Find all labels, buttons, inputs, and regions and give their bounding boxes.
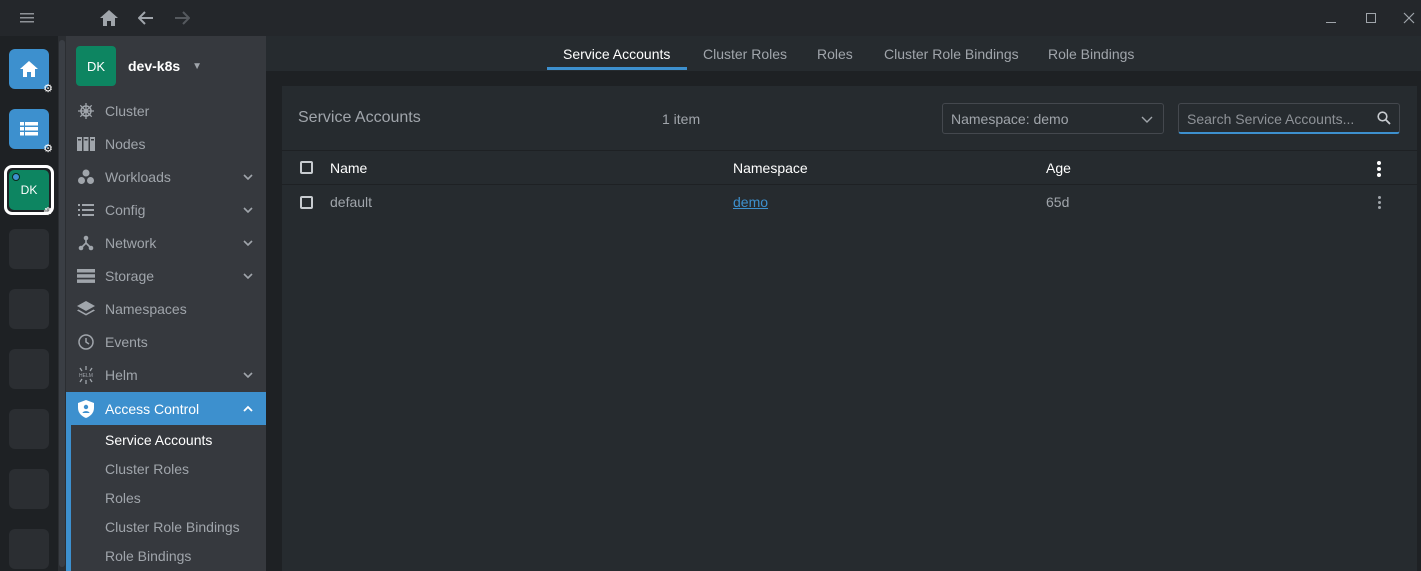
sidebar-subitem-cluster-roles[interactable]: Cluster Roles <box>66 454 266 483</box>
cluster-name: dev-k8s <box>128 58 181 74</box>
hotbar-empty-slot[interactable] <box>9 349 49 389</box>
search-icon[interactable] <box>1377 111 1391 125</box>
hotbar-empty-slot[interactable] <box>9 289 49 329</box>
hotbar: ⚙ ⚙ DK ☸ <box>0 36 58 571</box>
forward-icon[interactable] <box>170 0 194 36</box>
sidebar-subitem-roles[interactable]: Roles <box>66 483 266 512</box>
hotbar-empty-slot[interactable] <box>9 469 49 509</box>
sidebar-subitem-role-bindings[interactable]: Role Bindings <box>66 541 266 570</box>
close-icon[interactable] <box>1398 0 1420 36</box>
search-input[interactable] <box>1187 104 1367 133</box>
cluster-avatar: DK <box>76 46 116 86</box>
sidebar-item-access-control[interactable]: Access Control <box>66 392 266 425</box>
table-row[interactable]: default demo 65d <box>282 186 1417 218</box>
column-header-namespace[interactable]: Namespace <box>733 160 808 176</box>
storage-icon <box>77 267 95 285</box>
row-namespace-link[interactable]: demo <box>733 194 768 210</box>
chevron-down-icon <box>243 272 253 279</box>
namespace-select-value: Namespace: demo <box>951 110 1069 127</box>
select-all-checkbox[interactable] <box>300 161 313 174</box>
catalog-icon <box>20 122 38 136</box>
sidebar-item-storage[interactable]: Storage <box>66 259 266 292</box>
title-bar <box>0 0 1421 36</box>
shield-icon <box>77 399 95 418</box>
sidebar-item-namespaces[interactable]: Namespaces <box>66 292 266 325</box>
hotbar-empty-slot[interactable] <box>9 229 49 269</box>
sidebar-item-workloads[interactable]: Workloads <box>66 160 266 193</box>
svg-text:HELM: HELM <box>79 373 93 379</box>
namespace-select[interactable]: Namespace: demo <box>942 103 1164 134</box>
hotbar-empty-slot[interactable] <box>9 529 49 569</box>
sidebar-item-nodes[interactable]: Nodes <box>66 127 266 160</box>
search-box[interactable] <box>1178 103 1400 134</box>
status-dot <box>12 173 20 181</box>
row-checkbox[interactable] <box>300 196 313 209</box>
cluster-switcher[interactable]: DK dev-k8s ▼ <box>76 46 202 86</box>
config-list-icon <box>77 201 95 219</box>
caret-down-icon: ▼ <box>192 60 203 72</box>
workloads-icon <box>77 168 95 186</box>
chevron-up-icon <box>243 405 253 412</box>
tab-bar: Service Accounts Cluster Roles Roles Clu… <box>266 36 1421 72</box>
column-menu-icon[interactable] <box>1377 161 1381 177</box>
chevron-down-icon <box>243 239 253 246</box>
home-icon <box>20 61 38 77</box>
row-age: 65d <box>1046 194 1070 210</box>
sidebar-item-events[interactable]: Events <box>66 325 266 358</box>
item-count: 1 item <box>662 111 701 127</box>
table-header: Name Namespace Age <box>282 150 1417 185</box>
sidebar-subitem-cluster-role-bindings[interactable]: Cluster Role Bindings <box>66 512 266 541</box>
tab-role-bindings[interactable]: Role Bindings <box>1048 36 1134 72</box>
layers-icon <box>77 300 95 318</box>
sidebar-item-config[interactable]: Config <box>66 193 266 226</box>
sidebar-subitem-service-accounts[interactable]: Service Accounts <box>66 425 266 454</box>
gear-icon: ⚙ <box>43 142 53 155</box>
chevron-down-icon <box>1141 116 1153 123</box>
back-icon[interactable] <box>134 0 158 36</box>
page-title: Service Accounts <box>298 109 421 126</box>
helm-icon: HELM <box>77 365 95 384</box>
column-header-name[interactable]: Name <box>330 160 367 176</box>
chevron-down-icon <box>243 173 253 180</box>
column-header-age[interactable]: Age <box>1046 160 1071 176</box>
menu-icon[interactable] <box>14 0 40 36</box>
hotbar-catalog[interactable]: ⚙ <box>9 109 53 155</box>
sidebar-item-network[interactable]: Network <box>66 226 266 259</box>
sidebar: DK dev-k8s ▼ Cluster Nodes Workloads Con… <box>66 36 266 571</box>
cluster-initials: DK <box>20 183 38 197</box>
main-content: Service Accounts 1 item Namespace: demo … <box>282 86 1417 571</box>
hotbar-scrollbar[interactable] <box>58 36 66 571</box>
clock-icon <box>77 333 95 351</box>
tab-cluster-roles[interactable]: Cluster Roles <box>703 36 787 72</box>
gear-icon: ⚙ <box>43 82 53 95</box>
tab-roles[interactable]: Roles <box>817 36 853 72</box>
sidebar-item-cluster[interactable]: Cluster <box>66 94 266 127</box>
helm-wheel-icon: ☸ <box>43 205 53 218</box>
row-name: default <box>330 194 373 210</box>
chevron-down-icon <box>243 206 253 213</box>
tab-cluster-role-bindings[interactable]: Cluster Role Bindings <box>884 36 1019 72</box>
helm-wheel-icon <box>77 102 95 120</box>
hotbar-empty-slot[interactable] <box>9 409 49 449</box>
sidebar-item-helm[interactable]: HELM Helm <box>66 358 266 391</box>
home-icon[interactable] <box>97 0 121 36</box>
minimize-icon[interactable] <box>1320 0 1342 36</box>
hotbar-home[interactable]: ⚙ <box>9 49 53 95</box>
active-tab-indicator <box>547 67 687 70</box>
maximize-icon[interactable] <box>1360 0 1382 36</box>
row-menu-icon[interactable] <box>1378 196 1381 209</box>
nodes-icon <box>77 135 95 153</box>
chevron-down-icon <box>243 371 253 378</box>
network-icon <box>77 234 95 252</box>
scrollbar-thumb[interactable] <box>59 40 65 567</box>
hotbar-cluster[interactable]: DK ☸ <box>4 165 54 218</box>
